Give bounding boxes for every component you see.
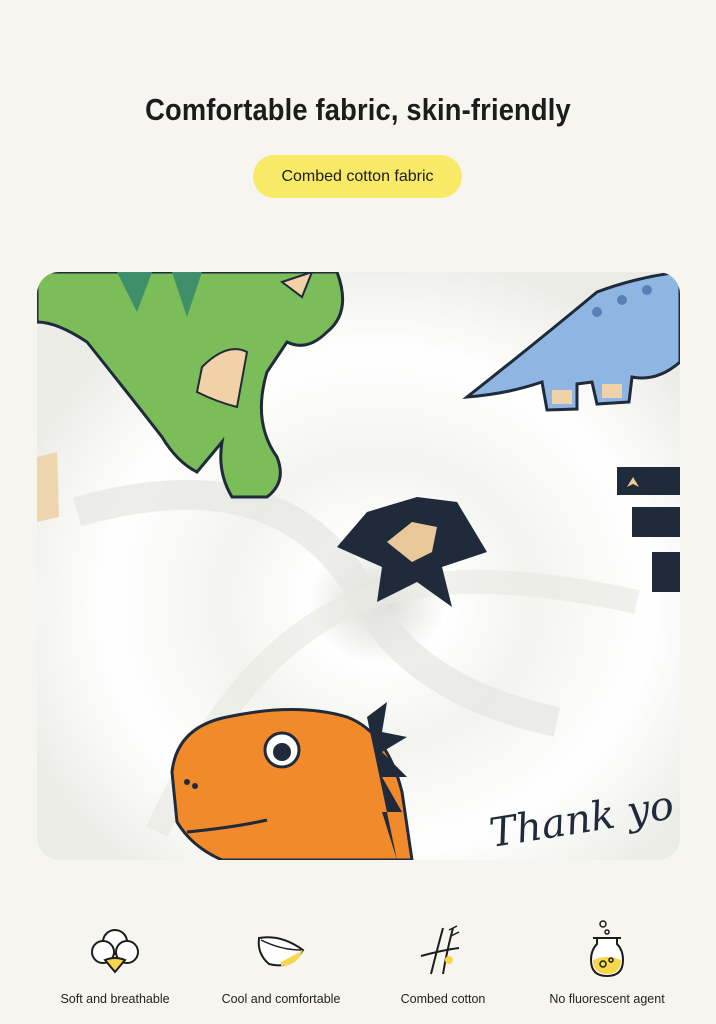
feature-item-cool-comfortable: Cool and comfortable [206,920,356,1006]
feature-item-combed-cotton: Combed cotton [368,920,518,1006]
feature-label: No fluorescent agent [549,992,665,1006]
feature-item-no-fluorescent-agent: No fluorescent agent [532,920,682,1006]
fabric-badge: Combed cotton fabric [253,155,462,198]
feature-label: Soft and breathable [60,992,170,1006]
page-title: Comfortable fabric, skin-friendly [145,92,571,127]
fabric-badge-label: Combed cotton fabric [281,167,434,185]
leaf-icon [257,936,305,967]
orange-dinosaur-print [170,702,414,860]
feature-item-soft-breathable: Soft and breathable [40,920,190,1006]
cotton-flower-icon [91,929,139,974]
fabric-photo: Thank yo [37,272,680,860]
flask-icon [589,920,625,978]
feature-list: Soft and breathable Cool and comfortable… [0,920,716,1020]
combed-cotton-icon [420,925,460,975]
feature-label: Cool and comfortable [221,992,341,1006]
feature-label: Combed cotton [400,992,486,1006]
